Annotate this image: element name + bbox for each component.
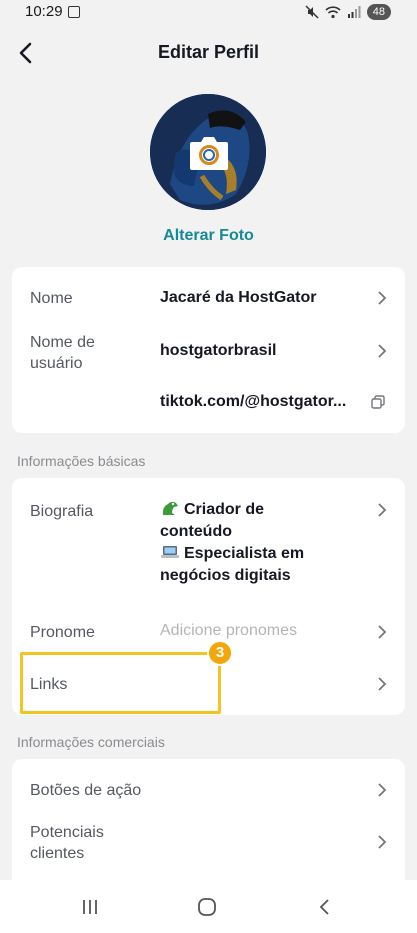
potential-clients-label-line-1: Potenciais [30,824,104,841]
chevron-right-icon [378,677,387,691]
wifi-icon [325,5,341,18]
chevron-right-icon [378,783,387,797]
step-badge: 3 [207,640,233,666]
chevron-right-icon [378,344,387,358]
bio-label: Biografia [30,503,94,520]
camera-icon [190,137,228,170]
action-buttons-row[interactable]: Botões de ação [12,759,405,817]
header: Editar Perfil [0,32,417,74]
chevron-right-icon [378,503,387,517]
status-time: 10:29 [25,3,63,20]
bio-line-1: Criador de [160,499,304,521]
signal-icon [347,6,361,18]
alligator-emoji-icon [162,501,178,515]
name-row[interactable]: Nome Jacaré da HostGator [12,267,405,329]
recent-apps-icon[interactable] [79,897,101,917]
status-bar: 10:29 48 [0,0,417,26]
profile-card: Nome Jacaré da HostGator Nome de usuário… [12,267,405,433]
screenshot-icon [68,6,80,18]
chevron-right-icon [378,835,387,849]
business-info-section-title: Informações comerciais [17,734,165,750]
edit-profile-screen: 10:29 48 Editar Perfil Alterar Foto Nome… [0,0,417,933]
action-buttons-label: Botões de ação [30,782,142,799]
bio-line-1-text: Criador de [184,501,265,518]
change-photo-link[interactable]: Alterar Foto [0,227,417,245]
status-icons: 48 [305,4,391,20]
laptop-emoji-icon [161,546,179,558]
potential-clients-label-line-2: clientes [30,845,85,862]
profile-link-row[interactable]: tiktok.com/@hostgator... [12,387,405,433]
pronoun-label: Pronome [30,624,95,641]
username-label-line-1: Nome de [30,334,95,351]
chevron-right-icon [378,625,387,639]
pronoun-placeholder: Adicione pronomes [160,622,297,639]
avatar[interactable] [150,94,266,210]
copy-icon[interactable] [371,395,385,409]
battery-badge: 48 [366,4,391,20]
name-label: Nome [30,290,73,307]
home-icon[interactable] [196,897,218,917]
username-value: hostgatorbrasil [160,342,277,359]
username-label-line-2: usuário [30,355,83,372]
business-info-card: Botões de ação Potenciais clientes [12,759,405,889]
bio-line-3: Especialista em [160,543,304,565]
profile-link-value: tiktok.com/@hostgator... [160,393,347,410]
chevron-right-icon [378,291,387,305]
nav-back-icon[interactable] [314,897,336,917]
bio-value: Criador de conteúdo Especialista em negó… [160,499,304,587]
bio-line-4: negócios digitais [160,567,291,584]
basic-info-section-title: Informações básicas [17,453,146,469]
username-row[interactable]: Nome de usuário hostgatorbrasil [12,329,405,387]
page-title: Editar Perfil [157,42,260,62]
links-highlight-box [20,652,221,714]
mute-icon [305,5,319,19]
bio-line-2: conteúdo [160,523,232,540]
system-nav-bar [0,880,417,933]
name-value: Jacaré da HostGator [160,289,317,306]
bio-row[interactable]: Biografia Criador de conteúdo Especialis… [12,478,405,600]
potential-clients-row[interactable]: Potenciais clientes [12,817,405,877]
bio-line-3-text: Especialista em [184,545,305,562]
